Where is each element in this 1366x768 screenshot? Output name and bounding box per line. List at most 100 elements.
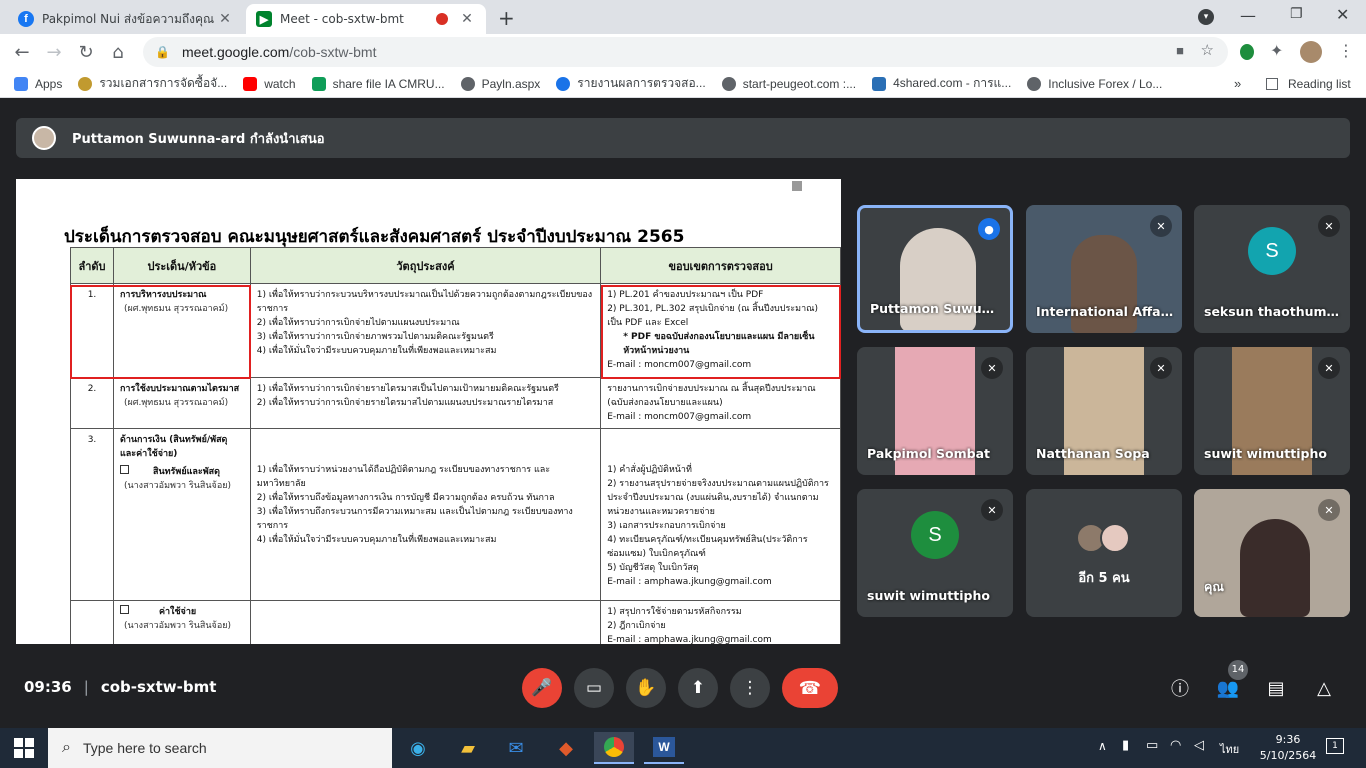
others-tile[interactable]: อีก 5 คน bbox=[1026, 489, 1182, 617]
chrome-taskbar-icon[interactable] bbox=[594, 732, 634, 764]
windows-start-icon[interactable] bbox=[14, 738, 34, 758]
participant-tile[interactable]: ✕ suwit wimuttipho bbox=[1194, 347, 1350, 475]
bookmark-item[interactable]: Payln.aspx bbox=[460, 76, 540, 91]
responsible-person: (นางสาวอัมพวา รินสินจ้อย) bbox=[123, 621, 232, 631]
search-icon: ⌕ bbox=[62, 739, 71, 756]
bookmark-star-icon[interactable]: ☆ bbox=[1201, 41, 1214, 59]
bookmark-label: start-peugeot.com :... bbox=[742, 76, 857, 91]
shared-screen: ประเด็นการตรวจสอบ คณะมนุษยศาสตร์และสังคม… bbox=[16, 179, 841, 644]
participant-name: seksun thaothumma bbox=[1204, 304, 1342, 319]
word-taskbar-icon[interactable]: W bbox=[644, 732, 684, 764]
bookmark-item[interactable]: Inclusive Forex / Lo... bbox=[1027, 76, 1162, 91]
bookmark-item[interactable]: start-peugeot.com :... bbox=[721, 76, 857, 91]
minimize-button[interactable]: — bbox=[1240, 6, 1256, 25]
extensions-puzzle-icon[interactable]: ✦ bbox=[1270, 41, 1283, 60]
notification-center-icon[interactable]: 1 bbox=[1326, 738, 1344, 754]
slide-corner-icon bbox=[792, 181, 802, 191]
participant-tile[interactable]: S ✕ seksun thaothumma bbox=[1194, 205, 1350, 333]
mic-off-icon: ✕ bbox=[1318, 215, 1340, 237]
volume-icon[interactable]: ◁ bbox=[1194, 738, 1204, 753]
participant-tile[interactable]: S ✕ suwit wimuttipho bbox=[857, 489, 1013, 617]
windows-taskbar: ⌕ Type here to search ◉ ▰ ✉ ◆ W ∧ ▮ ▭ ◠ … bbox=[0, 728, 1366, 768]
checkbox bbox=[119, 465, 129, 474]
home-button[interactable]: ⌂ bbox=[106, 40, 130, 64]
meeting-details-icon[interactable]: ⓘ bbox=[1168, 676, 1192, 700]
speaking-indicator-icon: ● bbox=[978, 218, 1000, 240]
search-placeholder: Type here to search bbox=[82, 740, 207, 756]
close-tab-icon[interactable]: ✕ bbox=[458, 11, 476, 27]
facebook-icon: f bbox=[18, 11, 34, 27]
bookmark-apps[interactable]: Apps bbox=[14, 76, 62, 91]
tray-chevron-icon[interactable]: ∧ bbox=[1098, 739, 1107, 753]
more-bookmarks-button[interactable]: » bbox=[1234, 76, 1241, 91]
raise-hand-button[interactable]: ✋ bbox=[626, 668, 666, 708]
bookmark-label: รวมเอกสารการจัดซื้อจั... bbox=[99, 76, 228, 90]
forward-button[interactable]: → bbox=[42, 40, 66, 64]
edge-taskbar-icon[interactable]: ◉ bbox=[398, 732, 438, 764]
participant-name: Natthanan Sopa bbox=[1036, 446, 1150, 461]
lock-icon: 🔒 bbox=[155, 45, 170, 59]
restore-button[interactable]: ❐ bbox=[1290, 6, 1303, 22]
app-icon[interactable]: ◆ bbox=[546, 732, 586, 764]
activities-icon[interactable]: △ bbox=[1312, 676, 1336, 700]
present-screen-button[interactable]: ⬆ bbox=[678, 668, 718, 708]
bookmark-item[interactable]: รวมเอกสารการจัดซื้อจั... bbox=[78, 74, 227, 93]
battery-icon[interactable]: ▭ bbox=[1146, 738, 1158, 753]
participant-tile[interactable]: ● Puttamon Suwunna-ard bbox=[857, 205, 1013, 333]
scope-item: รายงานการเบิกจ่ายงบประมาณ ณ สิ้นสุดปีงบป… bbox=[607, 384, 816, 408]
back-button[interactable]: ← bbox=[10, 40, 34, 64]
taskbar-search-box[interactable]: ⌕ Type here to search bbox=[48, 728, 392, 768]
input-language[interactable]: ไทย bbox=[1220, 740, 1239, 758]
reading-list-button[interactable]: Reading list bbox=[1266, 77, 1351, 91]
scope-cell: 1) สรุปการใช้จ่ายตามรหัสกิจกรรม 2) ฎีกาเ… bbox=[600, 600, 841, 644]
camera-icon[interactable]: ■ bbox=[1176, 43, 1184, 58]
tab-search-icon[interactable]: ▾ bbox=[1198, 9, 1214, 25]
self-tile[interactable]: ✕ คุณ bbox=[1194, 489, 1350, 617]
bookmark-item[interactable]: watch bbox=[243, 76, 296, 91]
bookmark-item[interactable]: รายงานผลการตรวจสอ... bbox=[556, 74, 706, 93]
bookmark-item[interactable]: 4shared.com - การแ... bbox=[872, 74, 1011, 93]
checkbox bbox=[119, 605, 129, 614]
chat-icon[interactable]: ▤ bbox=[1264, 676, 1288, 700]
participant-tile[interactable]: ✕ International Affairs bbox=[1026, 205, 1182, 333]
participant-name: International Affairs bbox=[1036, 304, 1174, 319]
file-explorer-icon[interactable]: ▰ bbox=[448, 732, 488, 764]
new-tab-button[interactable]: + bbox=[498, 6, 515, 30]
taskbar-clock[interactable]: 9:36 5/10/2564 bbox=[1256, 732, 1320, 764]
reload-button[interactable]: ↻ bbox=[74, 40, 98, 64]
globe-icon bbox=[1027, 76, 1042, 91]
participant-tile[interactable]: ✕ Pakpimol Sombat bbox=[857, 347, 1013, 475]
participant-tile[interactable]: ✕ Natthanan Sopa bbox=[1026, 347, 1182, 475]
tab-meet[interactable]: ▶ Meet - cob-sxtw-bmt ✕ bbox=[246, 4, 486, 34]
tab-facebook[interactable]: f Pakpimol Nui ส่งข้อความถึงคุณ ✕ bbox=[8, 4, 244, 34]
leave-call-button[interactable]: ☎ bbox=[782, 668, 838, 708]
bookmark-item[interactable]: share file IA CMRU... bbox=[311, 76, 445, 91]
table-row: 2. การใช้งบประมาณตามไตรมาส (ผศ.พุทธมน สุว… bbox=[70, 377, 841, 429]
wifi-icon[interactable]: ◠ bbox=[1170, 738, 1181, 753]
mic-tray-icon[interactable]: ▮ bbox=[1122, 738, 1129, 753]
participant-name: suwit wimuttipho bbox=[867, 588, 990, 603]
address-bar[interactable]: 🔒 meet.google.com/cob-sxtw-bmt ■ ☆ bbox=[143, 37, 1228, 67]
row-number bbox=[70, 600, 114, 644]
others-count: อีก 5 คน bbox=[1078, 571, 1130, 586]
scope-email: E-mail : moncm007@gmail.com bbox=[607, 412, 752, 422]
objective-item: 4) เพื่อให้มั่นใจว่ามีระบบควบคุมภายในที่… bbox=[256, 346, 497, 356]
profile-avatar[interactable] bbox=[1300, 41, 1322, 63]
camera-toggle-button[interactable]: ▭ bbox=[574, 668, 614, 708]
mic-toggle-button[interactable]: 🎤 bbox=[522, 668, 562, 708]
mail-icon[interactable]: ✉ bbox=[496, 732, 536, 764]
presenter-label: Puttamon Suwunna-ard กำลังนำเสนอ bbox=[72, 131, 325, 147]
objective-item: 4) เพื่อให้มั่นใจว่ามีระบบควบคุมภายในที่… bbox=[256, 535, 497, 545]
mic-off-icon: ✕ bbox=[1150, 357, 1172, 379]
menu-dots-icon[interactable]: ⋮ bbox=[1338, 41, 1354, 60]
close-tab-icon[interactable]: ✕ bbox=[216, 11, 234, 27]
objective-cell bbox=[249, 600, 602, 644]
more-options-button[interactable]: ⋮ bbox=[730, 668, 770, 708]
url-host: meet.google.com bbox=[181, 44, 290, 60]
close-window-button[interactable]: ✕ bbox=[1336, 5, 1349, 24]
subtopic-title: ค่าใช้จ่าย bbox=[158, 607, 197, 617]
google-drive-icon bbox=[311, 76, 326, 91]
extension-icon[interactable] bbox=[1240, 44, 1254, 60]
topic-cell: การใช้งบประมาณตามไตรมาส (ผศ.พุทธมน สุวรรณ… bbox=[112, 377, 251, 429]
mic-off-icon: ✕ bbox=[1318, 499, 1340, 521]
